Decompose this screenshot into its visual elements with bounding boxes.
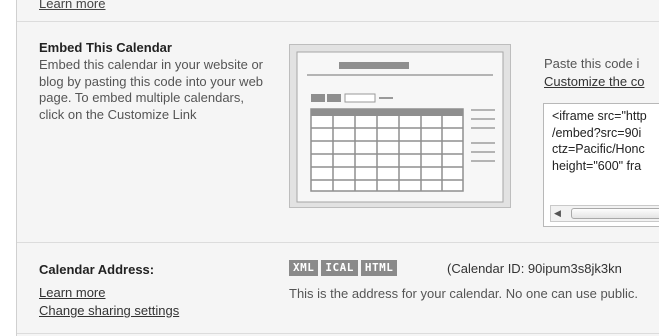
divider-bottom [17, 333, 659, 334]
paste-code-instruction: Paste this code i [544, 56, 640, 71]
embed-code-text: <iframe src="http /embed?src=90i ctz=Pac… [552, 108, 647, 174]
xml-badge[interactable]: XML [289, 260, 319, 276]
learn-more-link[interactable]: Learn more [39, 285, 105, 300]
embed-code-textarea[interactable]: <iframe src="http /embed?src=90i ctz=Pac… [543, 103, 659, 227]
calendar-address-title: Calendar Address: [39, 262, 155, 277]
html-badge[interactable]: HTML [360, 260, 398, 276]
code-line-2: /embed?src=90i [552, 125, 642, 140]
code-line-4: height="600" fra [552, 158, 642, 173]
divider-middle [17, 242, 659, 243]
scroll-left-arrow-icon[interactable]: ◀ [554, 206, 561, 221]
customize-link[interactable]: Customize the co [544, 74, 644, 89]
address-format-badges: XML ICAL HTML [289, 260, 398, 276]
code-line-1: <iframe src="http [552, 109, 647, 123]
divider-top [17, 21, 659, 22]
settings-panel: Learn more Embed This Calendar Embed thi… [16, 0, 659, 336]
scrollbar-thumb[interactable] [571, 208, 659, 219]
calendar-id: (Calendar ID: 90ipum3s8jk3kn [447, 261, 622, 276]
embed-description: Embed this calendar in your website or b… [39, 57, 264, 122]
change-sharing-settings-link[interactable]: Change sharing settings [39, 303, 179, 318]
horizontal-scrollbar[interactable]: ◀ [550, 205, 659, 222]
ical-badge[interactable]: ICAL [321, 260, 358, 276]
address-description: This is the address for your calendar. N… [289, 286, 639, 301]
code-line-3: ctz=Pacific/Honc [552, 142, 645, 156]
calendar-embed-illustration [289, 44, 511, 208]
embed-section-title: Embed This Calendar [39, 40, 172, 55]
learn-more-link-top[interactable]: Learn more [39, 0, 105, 11]
